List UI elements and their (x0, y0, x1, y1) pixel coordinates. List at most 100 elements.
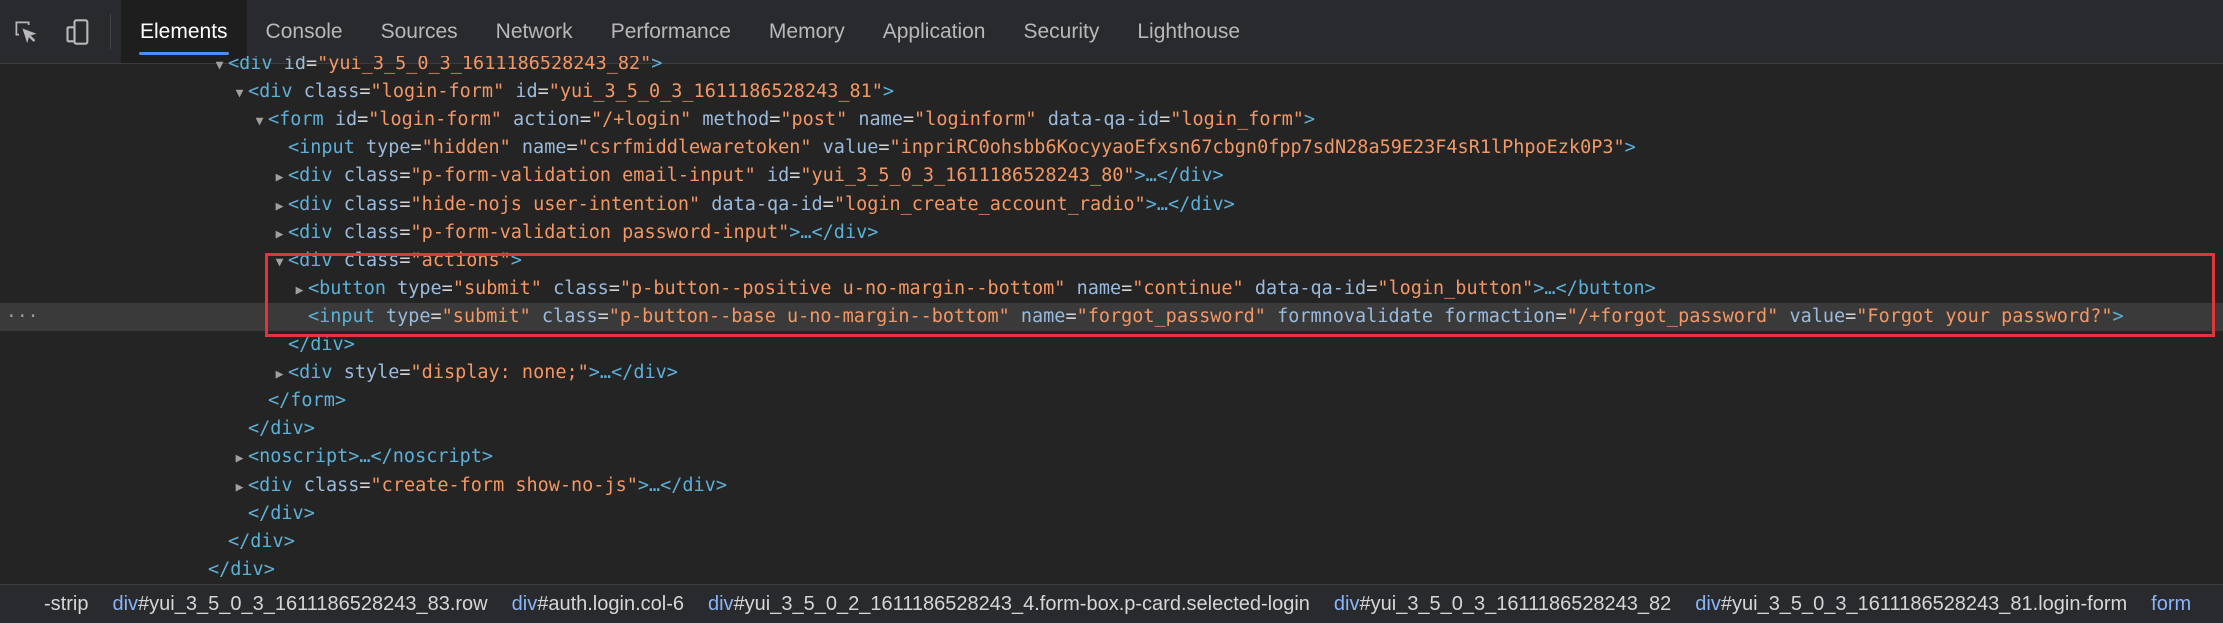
toolbar-divider (110, 14, 111, 49)
dom-node-row[interactable]: ▶ <div class="p-form-validation password-… (0, 219, 2223, 247)
tag-token: <input (288, 137, 366, 159)
attr-value: "continue" (1132, 277, 1244, 299)
collapsed-arrow-icon[interactable]: ▶ (271, 361, 288, 389)
tag-token: </form> (268, 390, 346, 412)
attr-value: "login_create_account_radio" (833, 193, 1146, 215)
attr-value: "inpriRC0ohsbb6KocyyaoEfxsn67cbgn0fpp7sd… (889, 137, 1625, 159)
equals-sign: = (1159, 109, 1171, 131)
selected-node-row[interactable]: ··· <input type="submit" class="p-button-… (0, 302, 2223, 331)
attr-name: value (1789, 305, 1846, 327)
tag-token: <button (308, 277, 398, 299)
dom-node-row[interactable]: <input type="hidden" name="csrfmiddlewar… (0, 134, 2223, 162)
attr-name: style (343, 362, 400, 384)
dom-node-row[interactable]: </div> (0, 500, 2223, 528)
tag-token: <div (288, 249, 344, 271)
dom-node-row[interactable]: </div> (0, 528, 2223, 556)
tag-token: <div (288, 362, 344, 384)
attr-name: type (397, 277, 442, 299)
equals-sign: = (399, 362, 411, 384)
attr-value: "p-form-validation email-input" (410, 165, 756, 187)
dom-node-row[interactable]: ▶ <div style="display: none;">…</div> (0, 359, 2223, 387)
dom-node-row[interactable]: ▼ <div class="login-form" id="yui_3_5_0_3… (0, 78, 2223, 106)
dom-node-row[interactable]: ▶ <div class="p-form-validation email-inp… (0, 162, 2223, 190)
tag-token: <div (248, 81, 304, 103)
expanded-arrow-icon[interactable]: ▼ (251, 108, 268, 136)
collapsed-arrow-icon[interactable]: ▶ (271, 164, 288, 192)
tab-security[interactable]: Security (1004, 0, 1118, 63)
collapsed-arrow-icon[interactable]: ▶ (271, 221, 288, 249)
tab-sources[interactable]: Sources (362, 0, 477, 63)
attr-value: "create-form show-no-js" (370, 474, 638, 496)
tag-token: <div (288, 221, 344, 243)
attr-name: name (1076, 277, 1122, 299)
dom-node-row[interactable]: ▼ <form id="login-form" action="/+login" … (0, 106, 2223, 134)
tag-token (542, 278, 553, 299)
collapsed-arrow-icon[interactable]: ▶ (271, 193, 288, 221)
node-menu-dots[interactable]: ··· (6, 303, 39, 331)
equals-sign: = (608, 277, 620, 299)
tag-token (756, 165, 767, 186)
expanded-arrow-icon[interactable]: ▼ (271, 249, 288, 277)
expanded-arrow-icon[interactable]: ▼ (211, 56, 228, 80)
tag-token (1433, 306, 1444, 327)
attr-name: data-qa-id (1254, 277, 1367, 299)
tab-performance[interactable]: Performance (592, 0, 750, 63)
breadcrumb-element: div (1333, 592, 1360, 615)
dom-node-row[interactable]: </div> (0, 331, 2223, 359)
attr-value: "p-button--positive u-no-margin--bottom" (619, 277, 1066, 299)
breadcrumb-item[interactable]: div#auth.login.col-6 (500, 593, 696, 616)
attr-value: "/+forgot_password" (1566, 305, 1779, 327)
breadcrumb-item[interactable]: div#yui_3_5_0_3_1611186528243_82 (1322, 593, 1683, 616)
dom-node-row[interactable]: ▶ <div class="create-form show-no-js">…</… (0, 472, 2223, 500)
collapsed-arrow-icon[interactable]: ▶ (231, 445, 248, 473)
device-toggle-icon[interactable] (52, 0, 104, 64)
tag-token: >…</div> (789, 221, 879, 243)
breadcrumb-selector: #yui_3_5_0_2_1611186528243_4.form-box.p-… (733, 592, 1310, 615)
dom-node-row[interactable]: ▼ <div id="yui_3_5_0_3_1611186528243_82"> (0, 56, 2223, 78)
attr-value: "forgot_password" (1076, 305, 1266, 327)
dom-node-row[interactable]: ▶ <button type="submit" class="p-button--… (0, 275, 2223, 303)
breadcrumb-item[interactable]: div#yui_3_5_0_2_1611186528243_4.form-box… (696, 593, 1322, 616)
dom-node-row[interactable]: </form> (0, 387, 2223, 415)
dom-node-row[interactable]: </div> (0, 556, 2223, 580)
tab-elements[interactable]: Elements (121, 0, 247, 63)
tag-token: <div (288, 165, 344, 187)
breadcrumb-selector: -strip (44, 592, 89, 615)
tab-memory[interactable]: Memory (750, 0, 864, 63)
equals-sign: = (789, 165, 801, 187)
collapsed-arrow-icon[interactable]: ▶ (291, 277, 308, 305)
dom-node-row[interactable]: ▼ <div class="actions"> (0, 247, 2223, 275)
tab-lighthouse[interactable]: Lighthouse (1118, 0, 1259, 63)
tag-token (691, 109, 702, 130)
breadcrumb-item[interactable]: -strip (0, 593, 100, 616)
equals-sign: = (769, 109, 781, 131)
equals-sign: = (441, 277, 453, 299)
breadcrumb-item[interactable]: form (2139, 593, 2203, 616)
attr-name: type (365, 137, 411, 159)
tab-network[interactable]: Network (477, 0, 592, 63)
attr-value: "yui_3_5_0_3_1611186528243_80" (800, 165, 1135, 187)
attr-name: formaction (1444, 305, 1556, 327)
tab-console[interactable]: Console (247, 0, 362, 63)
tag-token (504, 81, 515, 102)
attr-name: class (343, 249, 400, 271)
equals-sign: = (566, 137, 578, 159)
dom-node-row[interactable]: </div> (0, 415, 2223, 443)
attr-value: "login-form" (370, 81, 505, 103)
collapsed-arrow-icon[interactable]: ▶ (231, 474, 248, 502)
breadcrumb-item[interactable]: div#yui_3_5_0_3_1611186528243_83.row (100, 593, 499, 616)
breadcrumb-item[interactable]: div#yui_3_5_0_3_1611186528243_81.login-f… (1683, 593, 2139, 616)
attr-name: id (515, 81, 538, 103)
equals-sign: = (399, 249, 411, 271)
breadcrumb: -strip div#yui_3_5_0_3_1611186528243_83.r… (0, 584, 2223, 623)
dom-node-row[interactable]: ▶ <div class="hide-nojs user-intention" d… (0, 191, 2223, 219)
dom-node-row[interactable]: ▶ <noscript>…</noscript> (0, 443, 2223, 471)
inspect-element-icon[interactable] (0, 0, 52, 64)
attr-value: "yui_3_5_0_3_1611186528243_81" (548, 81, 883, 103)
equals-sign: = (357, 109, 369, 131)
tag-token: >…</div> (1145, 193, 1235, 215)
tab-application[interactable]: Application (864, 0, 1005, 63)
attr-value: "login_form" (1170, 109, 1304, 131)
equals-sign: = (902, 109, 915, 131)
expanded-arrow-icon[interactable]: ▼ (231, 80, 248, 108)
